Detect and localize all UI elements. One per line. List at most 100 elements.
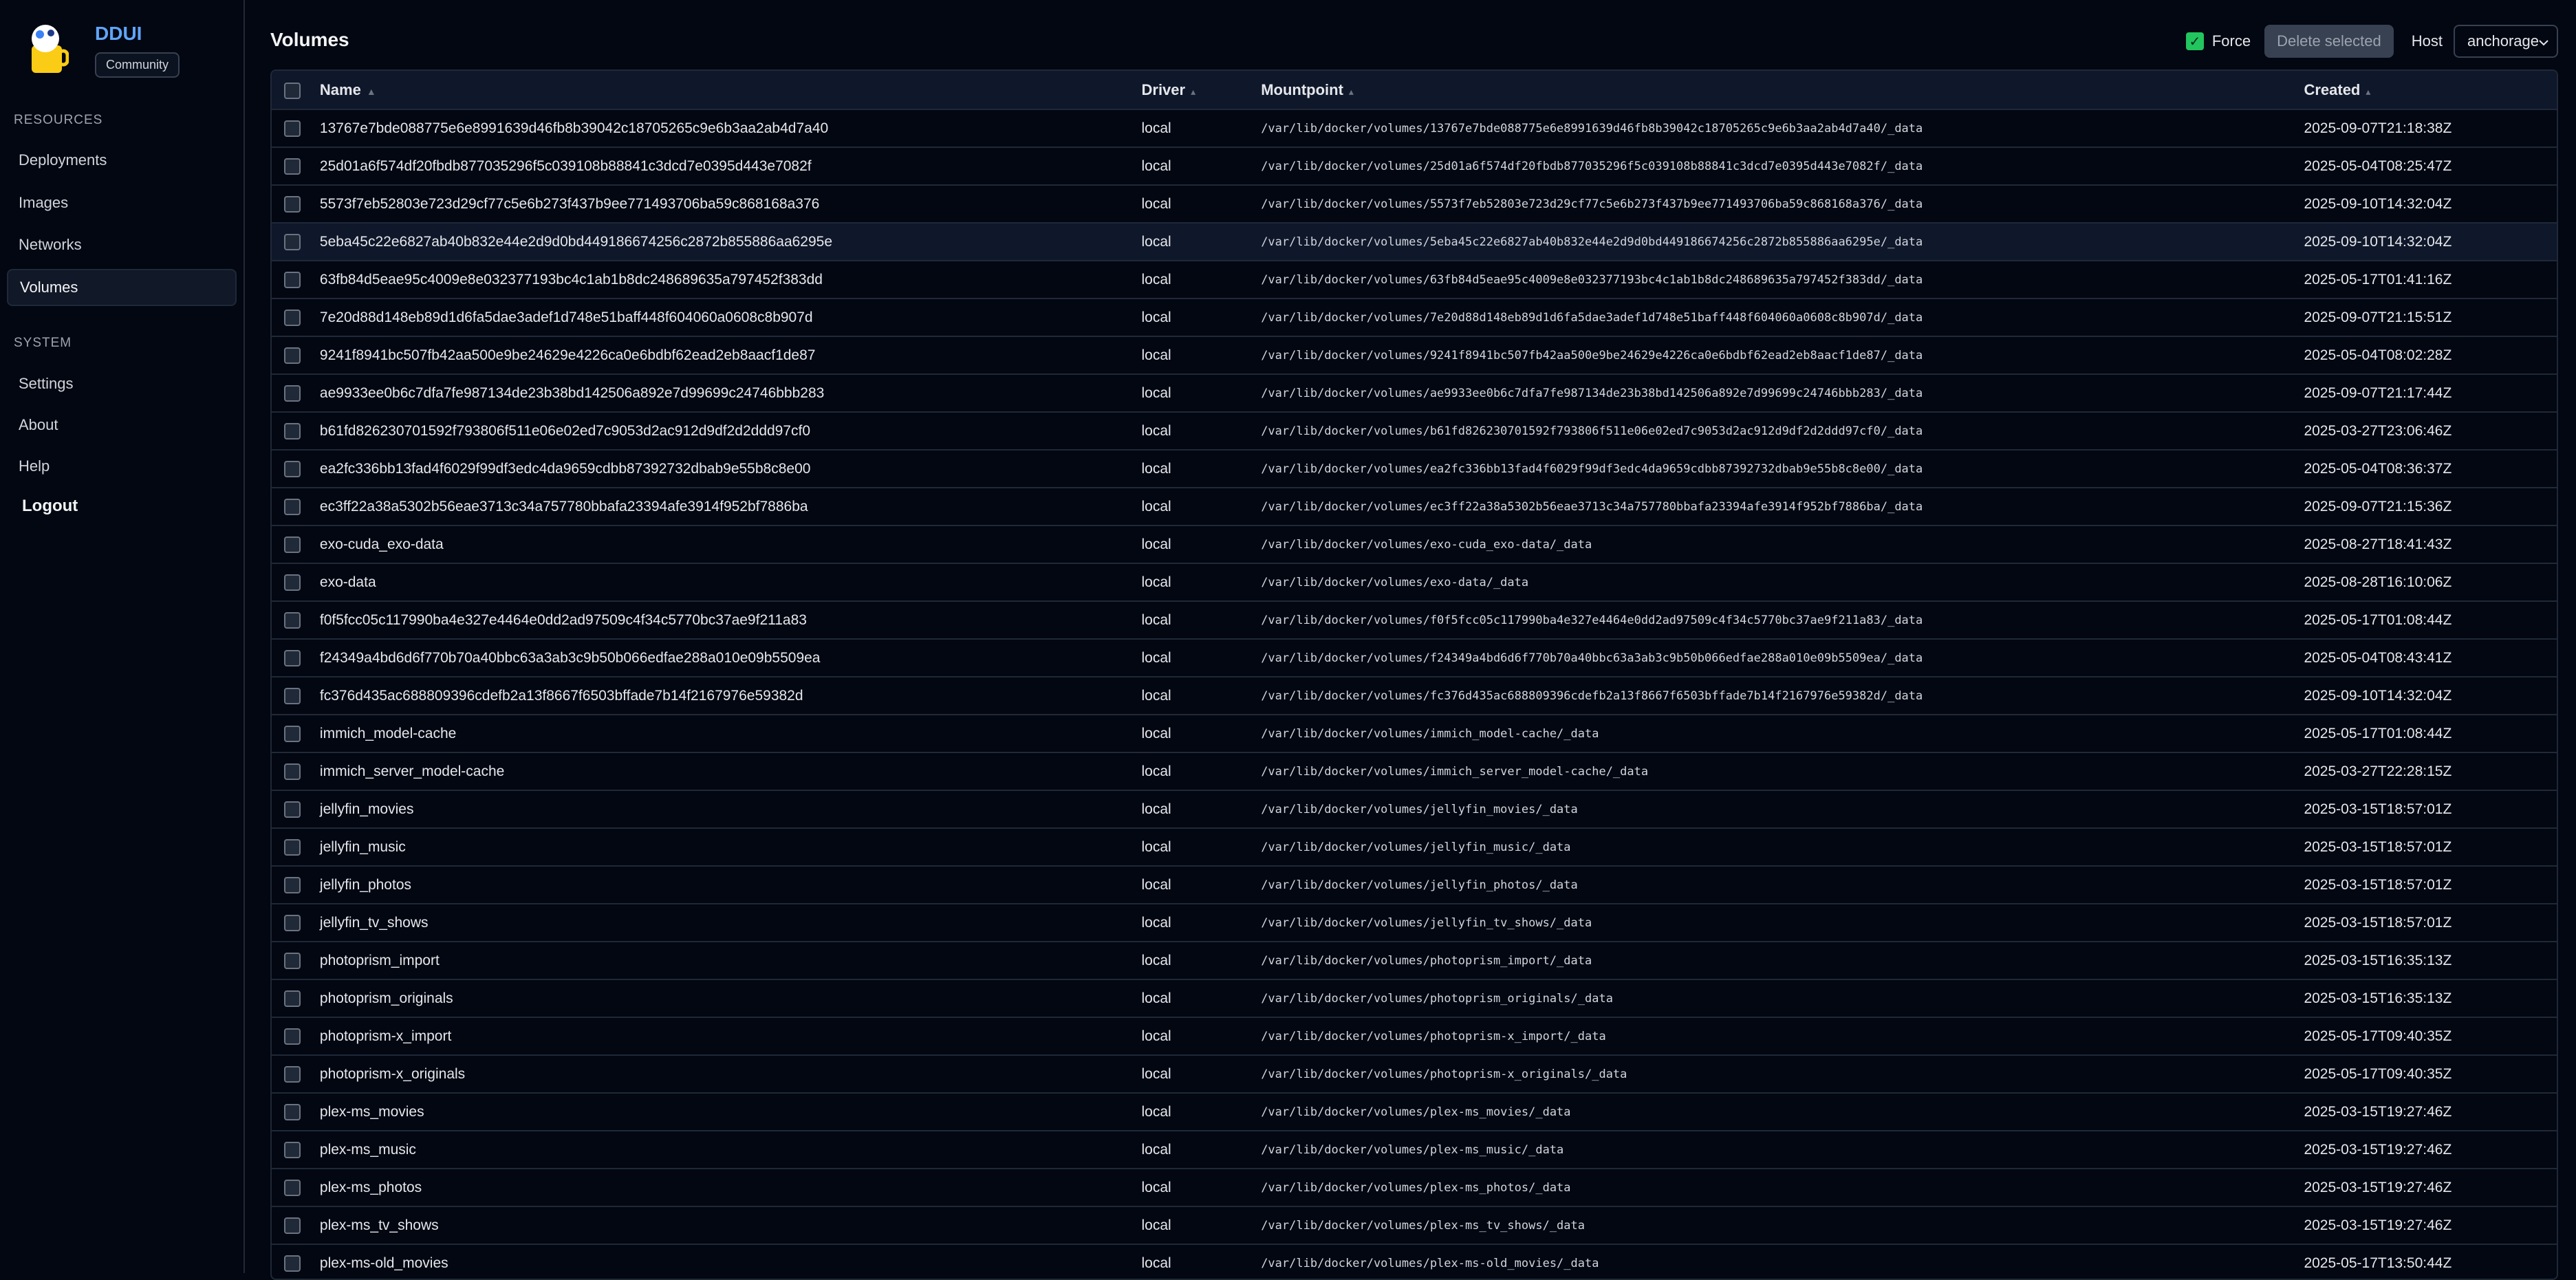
delete-selected-button[interactable]: Delete selected [2264, 25, 2394, 58]
row-select-checkbox[interactable] [284, 1065, 301, 1083]
table-row[interactable]: jellyfin_music local/var/lib/docker/volum… [272, 828, 2557, 866]
column-header-name[interactable]: Name ▲ [320, 71, 1142, 109]
row-select-checkbox[interactable] [284, 1103, 301, 1120]
row-select-checkbox[interactable] [284, 801, 301, 818]
table-row[interactable]: f0f5fcc05c117990ba4e327e4464e0dd2ad97509… [272, 601, 2557, 639]
table-row[interactable]: 13767e7bde088775e6e8991639d46fb8b39042c1… [272, 109, 2557, 147]
select-all-checkbox[interactable] [284, 82, 301, 99]
table-row[interactable]: immich_server_model-cache local/var/lib/d… [272, 752, 2557, 790]
table-row[interactable]: 5eba45c22e6827ab40b832e44e2d9d0bd4491866… [272, 223, 2557, 261]
volume-name-cell: 7e20d88d148eb89d1d6fa5dae3adef1d748e51ba… [319, 309, 813, 325]
row-select-checkbox[interactable] [284, 309, 301, 326]
row-select-checkbox[interactable] [284, 347, 301, 364]
row-select-checkbox[interactable] [284, 574, 301, 591]
sidebar-item-settings[interactable]: Settings [7, 365, 237, 402]
volume-mountpoint-cell: /var/lib/docker/volumes/plex-ms_music/_d… [1261, 1142, 1564, 1157]
table-row[interactable]: jellyfin_movies local/var/lib/docker/volu… [272, 790, 2557, 828]
volume-created-cell: 2025-05-17T13:50:44Z [2304, 1255, 2452, 1271]
row-select-checkbox[interactable] [284, 158, 301, 175]
table-row[interactable]: fc376d435ac688809396cdefb2a13f8667f6503b… [272, 677, 2557, 715]
row-select-checkbox[interactable] [284, 1179, 301, 1196]
table-row[interactable]: ae9933ee0b6c7dfa7fe987134de23b38bd142506… [272, 374, 2557, 412]
row-select-checkbox[interactable] [284, 384, 301, 402]
table-row[interactable]: f24349a4bd6d6f770b70a40bbc63a3ab3c9b50b0… [272, 639, 2557, 677]
row-select-checkbox[interactable] [284, 1028, 301, 1045]
table-row[interactable]: 63fb84d5eae95c4009e8e032377193bc4c1ab1b8… [272, 261, 2557, 299]
table-row[interactable]: plex-ms-old_movies local/var/lib/docker/v… [272, 1244, 2557, 1279]
sidebar-item-volumes[interactable]: Volumes [7, 269, 237, 306]
row-select-checkbox[interactable] [284, 498, 301, 515]
row-select-checkbox[interactable] [284, 422, 301, 440]
host-select[interactable]: anchorage [2454, 25, 2558, 58]
column-header-created[interactable]: Created ▴ [2304, 71, 2557, 109]
table-row[interactable]: b61fd826230701592f793806f511e06e02ed7c90… [272, 412, 2557, 450]
page-title: Volumes [270, 29, 349, 50]
logout-button[interactable]: Logout [22, 497, 78, 516]
volume-created-cell: 2025-05-04T08:36:37Z [2304, 460, 2452, 477]
row-select-checkbox[interactable] [284, 536, 301, 553]
table-row[interactable]: 9241f8941bc507fb42aa500e9be24629e4226ca0… [272, 336, 2557, 374]
ddui-logo-icon [25, 18, 69, 76]
volume-mountpoint-cell: /var/lib/docker/volumes/9241f8941bc507fb… [1261, 348, 1923, 362]
volume-mountpoint-cell: /var/lib/docker/volumes/exo-cuda_exo-dat… [1261, 537, 1592, 552]
column-header-driver[interactable]: Driver ▴ [1142, 71, 1262, 109]
sidebar-item-images[interactable]: Images [7, 184, 237, 221]
volume-name-cell: jellyfin_photos [319, 876, 411, 893]
volume-driver-cell: local [1141, 1103, 1171, 1120]
volume-name-cell: photoprism-x_import [319, 1028, 452, 1044]
row-select-checkbox[interactable] [284, 725, 301, 742]
table-row[interactable]: plex-ms_tv_shows local/var/lib/docker/vol… [272, 1206, 2557, 1244]
volume-mountpoint-cell: /var/lib/docker/volumes/immich_model-cac… [1261, 726, 1599, 741]
row-select-checkbox[interactable] [284, 1255, 301, 1272]
row-select-checkbox[interactable] [284, 120, 301, 137]
table-row[interactable]: ec3ff22a38a5302b56eae3713c34a757780bbafa… [272, 488, 2557, 525]
column-header-mountpoint[interactable]: Mountpoint ▴ [1261, 71, 2304, 109]
volume-name-cell: photoprism_import [319, 952, 440, 968]
row-select-checkbox[interactable] [284, 990, 301, 1007]
row-select-checkbox[interactable] [284, 271, 301, 288]
sidebar-item-deployments[interactable]: Deployments [7, 142, 237, 179]
row-select-checkbox[interactable] [284, 838, 301, 856]
table-row[interactable]: photoprism_originals local/var/lib/docker… [272, 979, 2557, 1017]
volume-created-cell: 2025-05-17T01:41:16Z [2304, 271, 2452, 288]
row-select-checkbox[interactable] [284, 687, 301, 704]
volume-mountpoint-cell: /var/lib/docker/volumes/5eba45c22e6827ab… [1261, 235, 1923, 249]
table-row[interactable]: jellyfin_photos local/var/lib/docker/volu… [272, 866, 2557, 904]
sidebar-item-help[interactable]: Help [7, 448, 237, 485]
table-row[interactable]: jellyfin_tv_shows local/var/lib/docker/vo… [272, 904, 2557, 942]
table-row[interactable]: immich_model-cache local/var/lib/docker/v… [272, 715, 2557, 752]
row-select-checkbox[interactable] [284, 952, 301, 969]
row-select-checkbox[interactable] [284, 914, 301, 931]
volume-name-cell: f0f5fcc05c117990ba4e327e4464e0dd2ad97509… [319, 611, 807, 628]
row-select-checkbox[interactable] [284, 233, 301, 250]
volume-name-cell: 5eba45c22e6827ab40b832e44e2d9d0bd4491866… [319, 233, 833, 250]
table-row[interactable]: photoprism-x_originals local/var/lib/dock… [272, 1055, 2557, 1093]
table-row[interactable]: plex-ms_music local/var/lib/docker/volume… [272, 1131, 2557, 1169]
row-select-checkbox[interactable] [284, 1141, 301, 1158]
table-row[interactable]: plex-ms_movies local/var/lib/docker/volum… [272, 1093, 2557, 1131]
volume-mountpoint-cell: /var/lib/docker/volumes/jellyfin_movies/… [1261, 802, 1578, 816]
row-select-checkbox[interactable] [284, 611, 301, 629]
table-row[interactable]: 25d01a6f574df20fbdb877035296f5c039108b88… [272, 147, 2557, 185]
table-row[interactable]: 5573f7eb52803e723d29cf77c5e6b273f437b9ee… [272, 185, 2557, 223]
table-row[interactable]: ea2fc336bb13fad4f6029f99df3edc4da9659cdb… [272, 450, 2557, 488]
row-select-checkbox[interactable] [284, 460, 301, 477]
force-checkbox[interactable]: ✓ [2185, 32, 2204, 50]
row-select-checkbox[interactable] [284, 763, 301, 780]
row-select-checkbox[interactable] [284, 649, 301, 666]
table-row[interactable]: photoprism-x_import local/var/lib/docker/… [272, 1017, 2557, 1055]
volume-created-cell: 2025-03-15T18:57:01Z [2304, 838, 2452, 855]
table-row[interactable]: 7e20d88d148eb89d1d6fa5dae3adef1d748e51ba… [272, 299, 2557, 336]
table-row[interactable]: photoprism_import local/var/lib/docker/vo… [272, 942, 2557, 979]
row-select-checkbox[interactable] [284, 195, 301, 213]
volume-driver-cell: local [1141, 347, 1171, 363]
sidebar-item-about[interactable]: About [7, 406, 237, 444]
table-row[interactable]: exo-cuda_exo-data local/var/lib/docker/vo… [272, 525, 2557, 563]
row-select-checkbox[interactable] [284, 876, 301, 893]
table-row[interactable]: plex-ms_photos local/var/lib/docker/volum… [272, 1169, 2557, 1206]
row-select-checkbox[interactable] [284, 1217, 301, 1234]
sidebar-item-networks[interactable]: Networks [7, 226, 237, 263]
volume-name-cell: ae9933ee0b6c7dfa7fe987134de23b38bd142506… [319, 384, 825, 401]
table-row[interactable]: exo-data local/var/lib/docker/volumes/exo… [272, 563, 2557, 601]
volume-mountpoint-cell: /var/lib/docker/volumes/fc376d435ac68880… [1261, 688, 1923, 703]
